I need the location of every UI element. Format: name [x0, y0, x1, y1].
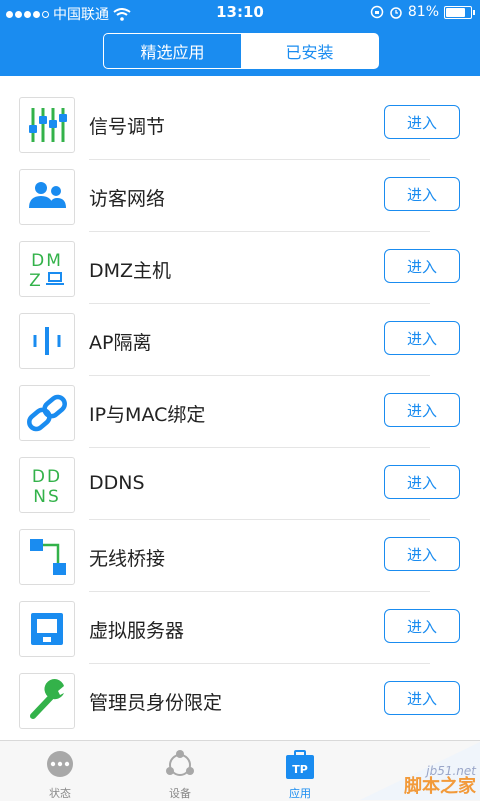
dmz-host-icon: DM Z: [19, 241, 75, 297]
app-name: DDNS: [89, 472, 145, 494]
status-right: 81%: [370, 4, 475, 20]
status-icon: [47, 751, 73, 777]
tab-label: 状态: [49, 787, 71, 800]
ap-isolation-icon: [19, 313, 75, 369]
enter-button[interactable]: 进入: [384, 105, 460, 139]
app-list: 信号调节 进入 访客网络 进入 DM Z DMZ主机 进入 AP隔离 进入 IP…: [0, 76, 480, 740]
app-name: 管理员身份限定: [89, 692, 223, 714]
wireless-bridge-icon: [19, 529, 75, 585]
list-item: AP隔离 进入: [0, 304, 480, 376]
svg-text:Z: Z: [29, 271, 41, 291]
enter-button[interactable]: 进入: [384, 681, 460, 715]
list-item: DD NS DDNS 进入: [0, 448, 480, 520]
svg-text:DD: DD: [32, 467, 62, 487]
list-item: DM Z DMZ主机 进入: [0, 232, 480, 304]
watermark: jb51.net 脚本之家: [330, 742, 480, 800]
signal-adjust-icon: [19, 97, 75, 153]
devices-icon: [166, 750, 194, 776]
enter-button[interactable]: 进入: [384, 609, 460, 643]
app-name: 信号调节: [89, 116, 166, 138]
apps-tp-icon: TP: [286, 750, 314, 779]
battery-icon: [444, 5, 475, 19]
list-item: IP与MAC绑定 进入: [0, 376, 480, 448]
battery-percent: 81%: [407, 4, 439, 20]
app-name: AP隔离: [89, 332, 152, 354]
app-name: DMZ主机: [89, 260, 172, 282]
enter-button[interactable]: 进入: [384, 321, 460, 355]
tab-status[interactable]: 状态: [0, 741, 120, 801]
admin-restriction-icon: [19, 673, 75, 729]
virtual-server-icon: [19, 601, 75, 657]
segmented-control: 精选应用 已安装: [103, 33, 379, 69]
enter-button[interactable]: 进入: [384, 465, 460, 499]
list-item: 管理员身份限定 进入: [0, 664, 480, 736]
svg-text:TP: TP: [292, 763, 308, 776]
app-name: 访客网络: [89, 188, 166, 210]
enter-button[interactable]: 进入: [384, 177, 460, 211]
header: 精选应用 已安装: [0, 26, 480, 76]
tab-label: 设备: [169, 787, 191, 800]
status-bar: 中国联通 13:10 81%: [0, 0, 480, 26]
tab-devices[interactable]: 设备: [120, 741, 240, 801]
svg-text:DM: DM: [31, 251, 63, 271]
alarm-icon: [390, 7, 402, 19]
app-name: IP与MAC绑定: [89, 404, 206, 426]
app-name: 虚拟服务器: [89, 620, 185, 642]
rotation-lock-icon: [370, 5, 384, 19]
watermark-site-name: 脚本之家: [404, 776, 476, 797]
app-name: 无线桥接: [89, 548, 166, 570]
guest-network-icon: [19, 169, 75, 225]
enter-button[interactable]: 进入: [384, 537, 460, 571]
list-item: 访客网络 进入: [0, 160, 480, 232]
tab-installed[interactable]: 已安装: [241, 34, 378, 68]
svg-text:NS: NS: [33, 487, 61, 507]
list-item: 信号调节 进入: [0, 88, 480, 160]
ddns-icon: DD NS: [19, 457, 75, 513]
list-item: 无线桥接 进入: [0, 520, 480, 592]
ip-mac-binding-icon: [19, 385, 75, 441]
enter-button[interactable]: 进入: [384, 393, 460, 427]
list-item: 虚拟服务器 进入: [0, 592, 480, 664]
enter-button[interactable]: 进入: [384, 249, 460, 283]
tab-featured-apps[interactable]: 精选应用: [104, 34, 241, 68]
